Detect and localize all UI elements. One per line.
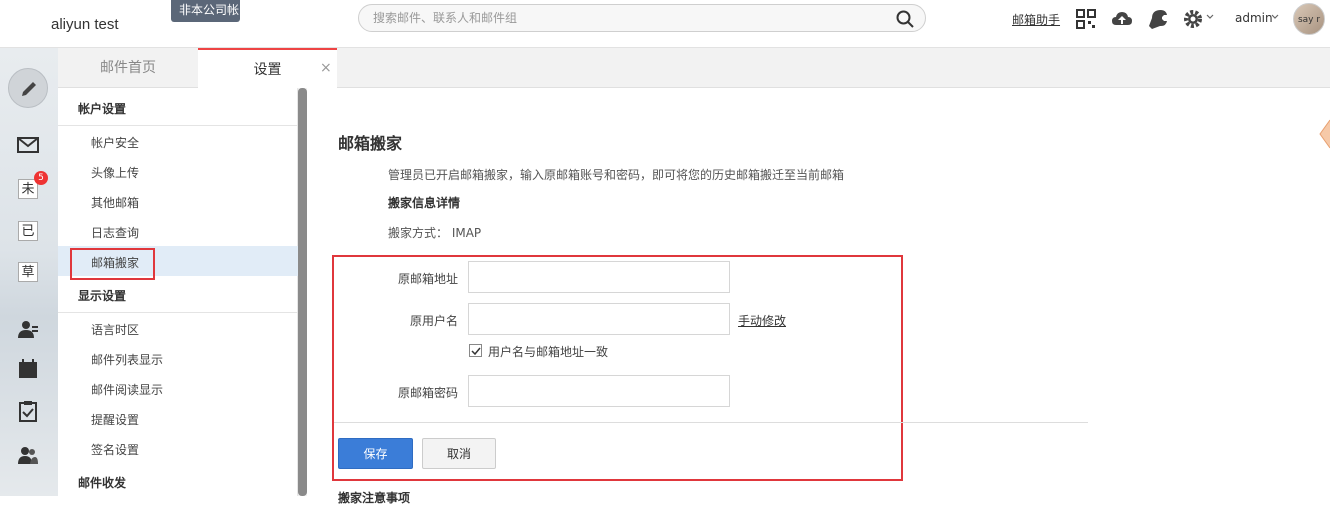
task-check-icon[interactable] (17, 400, 39, 422)
page-title: 邮箱搬家 (338, 134, 403, 153)
old-password-input[interactable] (468, 375, 730, 407)
close-icon[interactable]: × (320, 60, 332, 76)
search-icon[interactable] (895, 9, 915, 29)
pencil-icon (22, 82, 36, 96)
tab-mail-home[interactable]: 邮件首页 (58, 48, 198, 88)
menu-item-mail-list-display[interactable]: 邮件列表显示 (91, 351, 163, 368)
same-username-checkbox[interactable] (469, 344, 482, 357)
menu-divider (58, 125, 298, 126)
old-address-label: 原邮箱地址 (397, 272, 458, 286)
left-nav: 未 5 已 草 (0, 48, 58, 496)
menu-item-other-mailbox[interactable]: 其他邮箱 (91, 194, 139, 211)
tab-settings[interactable]: 设置 (198, 48, 337, 88)
chevron-down-icon[interactable] (1205, 12, 1215, 22)
same-username-label[interactable]: 用户名与邮箱地址一致 (488, 343, 608, 360)
manual-edit-link[interactable]: 手动修改 (738, 312, 786, 329)
old-address-input[interactable] (468, 261, 730, 293)
mail-icon[interactable] (17, 134, 39, 156)
main-content: 邮箱搬家 管理员已开启邮箱搬家，输入原邮箱账号和密码，即可将您的历史邮箱搬迁至当… (307, 88, 1330, 505)
group-icon[interactable] (17, 444, 39, 466)
menu-item-language-timezone[interactable]: 语言时区 (91, 321, 139, 338)
migration-notes-title: 搬家注意事项 (338, 491, 411, 505)
migration-method: 搬家方式： IMAP (388, 226, 482, 240)
search-input[interactable] (373, 5, 873, 31)
old-password-label: 原邮箱密码 (397, 386, 458, 400)
menu-item-account-security[interactable]: 帐户安全 (91, 134, 139, 151)
scrollbar-thumb[interactable] (298, 88, 307, 496)
form-divider (334, 422, 1088, 423)
compose-button[interactable] (8, 68, 48, 108)
tab-bar: 邮件首页 设置 × (58, 48, 1330, 88)
menu-group-send-receive: 邮件收发 (78, 476, 127, 490)
migration-details-title: 搬家信息详情 (388, 196, 461, 210)
menu-item-signature-settings[interactable]: 签名设置 (91, 441, 139, 458)
notice-tag[interactable]: 非本公司帐 (171, 0, 240, 22)
save-button[interactable]: 保存 (338, 438, 413, 469)
calendar-icon[interactable] (17, 358, 39, 380)
contacts-icon[interactable] (17, 318, 39, 340)
draft-folder-icon[interactable]: 草 (18, 262, 38, 282)
settings-menu: 帐户设置 帐户安全 头像上传 其他邮箱 日志查询 邮箱搬家 显示设置 语言时区 … (58, 88, 298, 496)
gear-icon[interactable] (1182, 8, 1204, 30)
menu-group-account: 帐户设置 (78, 102, 127, 116)
check-icon (471, 347, 481, 356)
chevron-down-icon[interactable] (1270, 12, 1280, 22)
sent-folder-icon[interactable]: 已 (18, 221, 38, 241)
old-username-label: 原用户名 (409, 314, 458, 328)
admin-user-menu[interactable]: admin (1235, 11, 1273, 25)
old-username-input[interactable] (468, 303, 730, 335)
avatar[interactable]: say r (1293, 3, 1325, 35)
qrcode-icon[interactable] (1075, 8, 1097, 30)
mail-helper-link[interactable]: 邮箱助手 (1012, 11, 1060, 28)
menu-item-mail-read-display[interactable]: 邮件阅读显示 (91, 381, 163, 398)
migration-description: 管理员已开启邮箱搬家，输入原邮箱账号和密码，即可将您的历史邮箱搬迁至当前邮箱 (388, 168, 845, 182)
menu-group-display: 显示设置 (78, 289, 127, 303)
cancel-button[interactable]: 取消 (422, 438, 496, 469)
account-title: aliyun test (51, 16, 119, 33)
search-box[interactable] (358, 4, 926, 32)
cloud-upload-icon[interactable] (1111, 8, 1133, 30)
unread-count-badge: 5 (34, 171, 48, 185)
wrench-icon[interactable] (1147, 8, 1169, 30)
menu-item-reminder-settings[interactable]: 提醒设置 (91, 411, 139, 428)
side-panel-toggle-icon[interactable] (1318, 118, 1330, 150)
menu-scrollbar[interactable] (298, 88, 307, 496)
menu-divider (58, 312, 298, 313)
menu-item-log-query[interactable]: 日志查询 (91, 224, 139, 241)
annotation-highlight-box (70, 248, 155, 280)
top-bar: aliyun test 非本公司帐 邮箱助手 admin say r (0, 0, 1330, 48)
menu-item-avatar-upload[interactable]: 头像上传 (91, 164, 139, 181)
